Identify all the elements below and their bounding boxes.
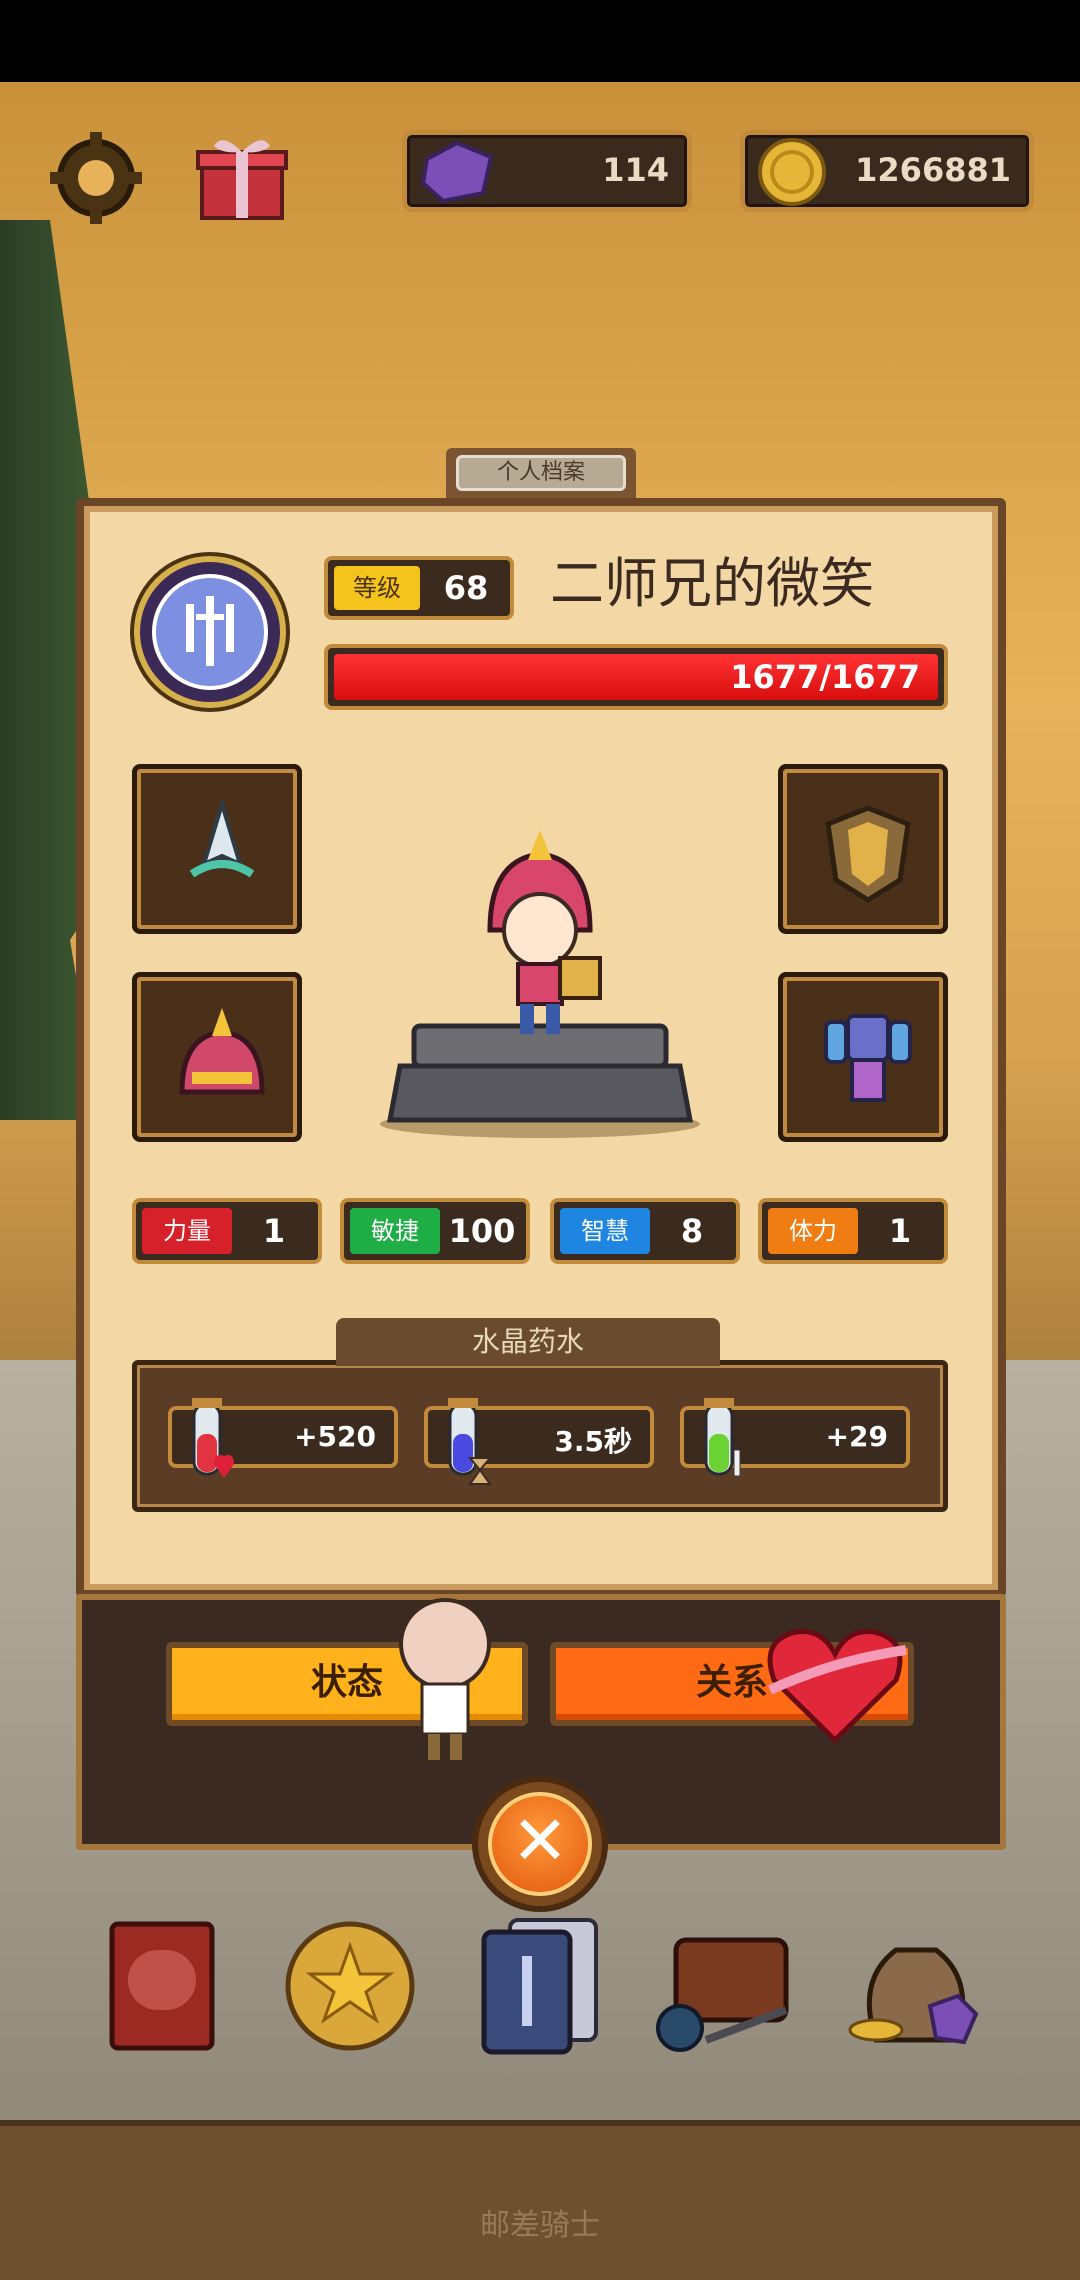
panel-title: 个人档案 [456,455,626,491]
stat-value: 8 [680,1212,704,1250]
level-badge: 等级 68 [324,556,514,620]
potion-value: +29 [825,1420,888,1453]
helmet-slot[interactable] [132,972,302,1142]
level-label: 等级 [334,566,420,610]
shield-slot[interactable] [778,764,948,934]
purple-gem-icon [420,140,494,204]
stat-agility: 敏捷 100 [340,1198,530,1264]
status-bar [0,0,1080,82]
close-button[interactable]: ✕ [472,1776,608,1912]
card-deck-icon[interactable] [470,1910,610,2060]
stat-label: 敏捷 [350,1208,440,1254]
spear-tip-icon [189,797,255,878]
coin-count: 1266881 [855,151,1011,189]
close-icon: ✕ [488,1792,592,1896]
girl-character [399,1598,491,1760]
stat-wisdom: 智慧 8 [550,1198,740,1264]
stat-label: 体力 [768,1208,858,1254]
hourglass-potion-icon [448,1398,493,1485]
gem-count: 114 [602,151,669,189]
gem-counter: 114 [402,130,692,212]
stat-label: 智慧 [560,1208,650,1254]
stat-stamina: 体力 1 [758,1198,948,1264]
backpack-icon[interactable] [656,1910,796,2060]
sword-potion-icon [704,1398,741,1477]
game-title: 邮差骑士 [480,2208,600,2243]
armor-icon [824,1014,912,1102]
shield-icon [825,805,911,903]
stat-value: 100 [448,1212,516,1250]
hp-text: 1677/1677 [730,658,920,696]
potion-panel-title: 水晶药水 [336,1318,720,1366]
star-coin-icon[interactable] [280,1910,420,2060]
stat-value: 1 [262,1212,286,1250]
potion-value: +520 [294,1420,376,1453]
potion-value: 3.5秒 [554,1425,632,1458]
coin-counter: 1266881 [740,130,1034,212]
hp-bar: 1677/1677 [324,644,948,710]
player-name: 二师兄的微笑 [550,552,874,615]
helmet-icon [179,1008,265,1095]
gift-box-icon[interactable] [192,126,292,226]
guild-emblem-icon[interactable] [134,556,286,708]
stat-label: 力量 [142,1208,232,1254]
armor-slot[interactable] [778,972,948,1142]
heart-potion-icon [192,1398,234,1478]
heart-ribbon-icon [767,1628,907,1744]
level-value: 68 [443,569,489,607]
hero-character[interactable] [460,830,620,1040]
weapon-slot[interactable] [132,764,302,934]
gold-coin-icon [758,138,826,206]
stat-strength: 力量 1 [132,1198,322,1264]
treasure-bag-icon[interactable] [846,1910,986,2060]
stat-value: 1 [888,1212,912,1250]
settings-gear-icon[interactable] [46,128,146,228]
book-icon[interactable] [98,1910,238,2060]
